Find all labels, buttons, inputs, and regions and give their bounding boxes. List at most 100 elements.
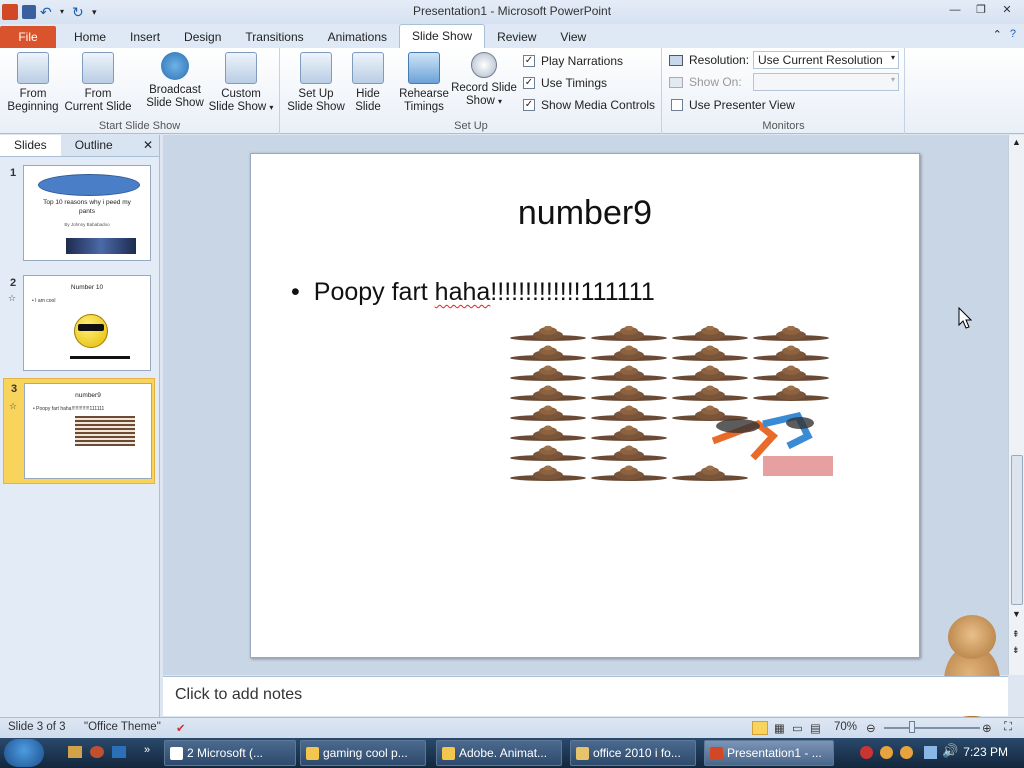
dropdown-arrow-icon: ▾ (497, 97, 502, 106)
quick-launch-icon[interactable] (90, 746, 104, 758)
taskbar-item-office-folder[interactable]: office 2010 i fo... (570, 740, 696, 766)
window-icon (170, 747, 183, 760)
chevron-down-icon: ▾ (890, 53, 895, 62)
taskbar-item-adobe[interactable]: Adobe. Animat... (436, 740, 562, 766)
presenter-view-label: Use Presenter View (689, 98, 795, 112)
hide-slide-button[interactable]: Hide Slide (349, 52, 387, 114)
thumbnail-title: Top 10 reasons why i peed my pants (43, 199, 131, 215)
hamster-head (948, 615, 996, 659)
slide-number: 3 (11, 383, 18, 395)
rehearse-timings-button[interactable]: Rehearse Timings (397, 52, 451, 114)
slide-sorter-icon[interactable]: ▦ (774, 721, 785, 735)
scissors-graphic (711, 411, 833, 476)
minimize-button[interactable]: — (944, 2, 966, 18)
slide-thumbnail-2[interactable]: 2 ☆ Number 10 • I am cool (0, 273, 158, 375)
slide-thumbnail-3[interactable]: 3 ☆ number9 • Poopy fart haha!!!!!!!!!!!… (3, 378, 155, 484)
slide-thumbnail-1[interactable]: 1 Top 10 reasons why i peed my pants By … (0, 163, 158, 265)
tab-file[interactable]: File (0, 26, 56, 48)
network-icon[interactable] (924, 746, 937, 759)
zoom-slider-track[interactable] (884, 727, 980, 729)
volume-icon[interactable]: 🔊 (942, 743, 958, 759)
normal-view-icon[interactable] (752, 721, 768, 735)
play-narrations-checkbox[interactable]: ✓ Play Narrations (523, 54, 623, 68)
tab-review[interactable]: Review (485, 26, 548, 48)
record-label-1: Record Slide (451, 82, 517, 94)
tray-icon[interactable] (900, 746, 913, 759)
windows-taskbar: » 2 Microsoft (... gaming cool p... Adob… (0, 738, 1024, 768)
tab-design[interactable]: Design (172, 26, 233, 48)
fit-to-window-icon[interactable]: ⛶ (1004, 721, 1012, 734)
tab-outline[interactable]: Outline (61, 135, 127, 156)
next-slide-icon[interactable]: ⇟ (1012, 645, 1020, 656)
transition-star-icon: ☆ (9, 401, 18, 411)
thumbnail-image (66, 238, 136, 254)
presenter-view-checkbox[interactable]: Use Presenter View (671, 98, 795, 112)
window-controls: — ❐ ✕ (944, 2, 1018, 18)
tab-animations[interactable]: Animations (316, 26, 399, 48)
clock[interactable]: 7:23 PM (963, 745, 1008, 759)
rehearse-timings-icon (408, 52, 440, 84)
tab-transitions[interactable]: Transitions (233, 26, 315, 48)
tray-icon[interactable] (860, 746, 873, 759)
close-pane-icon[interactable]: ✕ (137, 135, 159, 156)
notes-placeholder[interactable]: Click to add notes (175, 686, 302, 704)
tab-view[interactable]: View (548, 26, 598, 48)
broadcast-slide-show-button[interactable]: Broadcast Slide Show (144, 52, 206, 110)
reading-view-icon[interactable]: ▭ (792, 721, 803, 735)
taskbar-item-word[interactable]: 2 Microsoft (... (164, 740, 296, 766)
resolution-select[interactable]: Use Current Resolution ▾ (753, 51, 899, 69)
scroll-down-icon[interactable]: ▼ (1012, 609, 1021, 619)
help-icon[interactable]: ? (1010, 28, 1016, 41)
zoom-slider-thumb[interactable] (909, 721, 915, 733)
monitors-group: Resolution: Use Current Resolution ▾ Sho… (663, 48, 905, 134)
slide-count: Slide 3 of 3 (8, 721, 66, 733)
misspelled-word: haha (434, 278, 491, 306)
slide-bullet[interactable]: • Poopy fart haha!!!!!!!!!!!!!111111 (291, 278, 655, 307)
show-media-controls-checkbox[interactable]: ✓ Show Media Controls (523, 98, 655, 112)
slide-show-view-icon[interactable]: ▤ (810, 721, 821, 735)
from-beginning-button[interactable]: From Beginning (4, 52, 62, 114)
zoom-level[interactable]: 70% (834, 721, 857, 733)
tab-home[interactable]: Home (62, 26, 118, 48)
custom-label-2: Slide Show (208, 101, 267, 113)
pane-tabs: Slides Outline ✕ (0, 135, 159, 157)
checkbox-checked-icon: ✓ (523, 77, 535, 89)
expand-icon[interactable]: » (144, 744, 150, 756)
tray-icon[interactable] (880, 746, 893, 759)
thumbnail-canvas: number9 • Poopy fart haha!!!!!!!!!!!!!11… (24, 383, 152, 479)
tab-insert[interactable]: Insert (118, 26, 172, 48)
bullet-text-suffix: !!!!!!!!!!!!!111111 (490, 278, 655, 306)
zoom-out-icon[interactable]: ⊖ (866, 721, 876, 735)
custom-slide-show-button[interactable]: Custom Slide Show ▾ (208, 52, 274, 114)
quick-launch-icon[interactable] (112, 746, 126, 758)
scroll-up-icon[interactable]: ▲ (1012, 137, 1021, 147)
tab-slides[interactable]: Slides (0, 135, 61, 156)
start-button[interactable] (4, 739, 44, 767)
ribbon: From Beginning From Current Slide Broadc… (0, 48, 1024, 134)
start-slide-show-group: From Beginning From Current Slide Broadc… (0, 48, 280, 134)
use-timings-checkbox[interactable]: ✓ Use Timings (523, 76, 607, 90)
quick-launch-icon[interactable] (68, 746, 82, 758)
scrollbar-thumb[interactable] (1011, 455, 1023, 605)
from-current-slide-button[interactable]: From Current Slide (64, 52, 132, 114)
current-slide[interactable]: number9 • Poopy fart haha!!!!!!!!!!!!!111… (250, 153, 920, 658)
restore-button[interactable]: ❐ (970, 2, 992, 18)
tiled-poop-image[interactable] (508, 326, 833, 484)
minimize-ribbon-icon[interactable]: ⌃ (993, 28, 1002, 41)
slide-title[interactable]: number9 (251, 194, 919, 233)
powerpoint-icon (710, 747, 723, 760)
set-up-slide-show-button[interactable]: Set Up Slide Show (285, 52, 347, 114)
notes-pane[interactable]: Click to add notes (163, 676, 1008, 716)
vertical-scrollbar[interactable]: ▲ ▼ ⇞ ⇟ (1008, 135, 1024, 675)
spellcheck-icon[interactable]: ✔ (176, 721, 186, 735)
zoom-in-icon[interactable]: ⊕ (982, 721, 992, 735)
show-on-select[interactable]: ▾ (753, 73, 899, 91)
close-button[interactable]: ✕ (996, 2, 1018, 18)
blue-ellipse-shape (38, 174, 140, 196)
previous-slide-icon[interactable]: ⇞ (1012, 629, 1020, 640)
record-slide-show-button[interactable]: Record Slide Show ▾ (451, 52, 517, 108)
taskbar-item-powerpoint[interactable]: Presentation1 - ... (704, 740, 834, 766)
tab-slide-show[interactable]: Slide Show (399, 24, 486, 48)
taskbar-item-gaming[interactable]: gaming cool p... (300, 740, 426, 766)
taskbar-item-label: Adobe. Animat... (459, 746, 548, 760)
